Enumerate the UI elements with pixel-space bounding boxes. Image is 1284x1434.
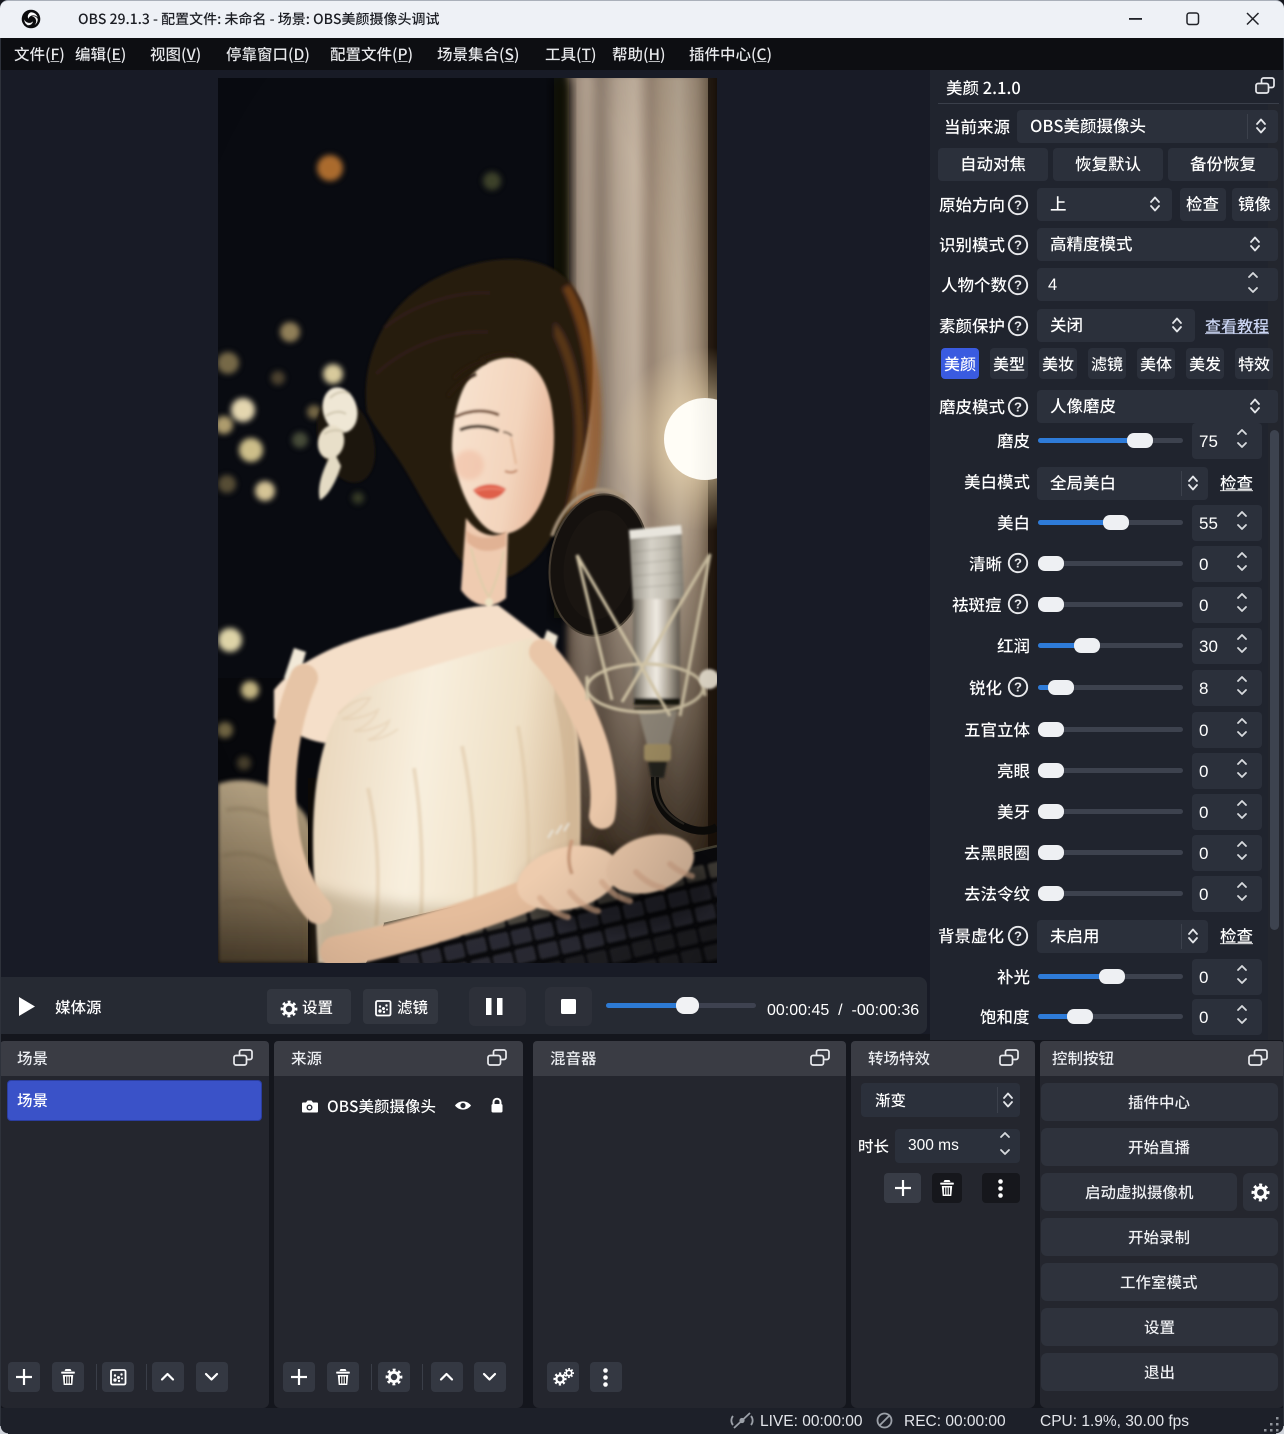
svg-text:?: ?: [1014, 928, 1022, 943]
svg-text:?: ?: [1014, 237, 1022, 252]
svg-text:?: ?: [1014, 596, 1022, 611]
svg-text:?: ?: [1014, 679, 1022, 694]
svg-text:?: ?: [1014, 277, 1022, 292]
svg-text:?: ?: [1014, 555, 1022, 570]
svg-text:?: ?: [1014, 318, 1022, 333]
svg-text:?: ?: [1014, 399, 1022, 414]
svg-text:?: ?: [1014, 197, 1022, 212]
